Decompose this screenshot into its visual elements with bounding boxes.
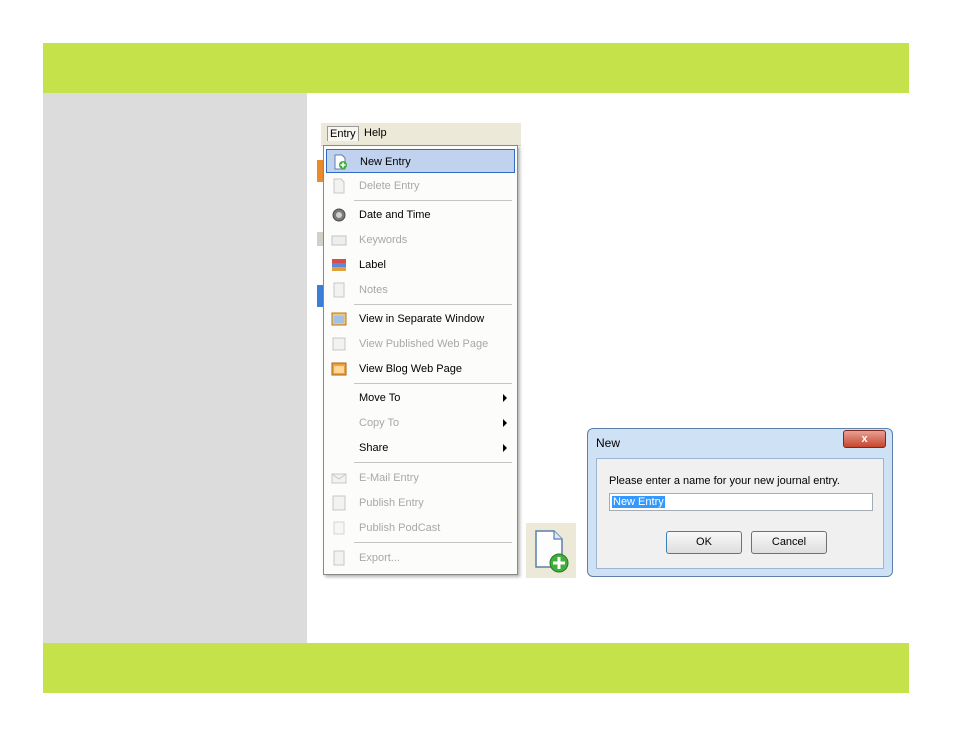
entry-name-input[interactable]: New Entry (609, 493, 873, 511)
close-icon: x (861, 433, 868, 445)
menu-item-view-blog-web-page[interactable]: View Blog Web Page (326, 357, 515, 381)
menu-item-notes[interactable]: Notes (326, 278, 515, 302)
menu-item-label: Label (359, 259, 386, 271)
menu-item-publish-entry[interactable]: Publish Entry (326, 491, 515, 515)
menu-item-delete-entry[interactable]: Delete Entry (326, 174, 515, 198)
menu-separator (354, 383, 512, 384)
new-entry-icon (334, 154, 347, 170)
menu-item-label: Keywords (359, 234, 408, 246)
menu-item-export[interactable]: Export... (326, 546, 515, 570)
submenu-arrow-icon (503, 394, 507, 402)
dialog-body: Please enter a name for your new journal… (596, 458, 884, 569)
menubar-entry[interactable]: Entry (327, 126, 359, 141)
dialog-prompt: Please enter a name for your new journal… (609, 475, 840, 487)
menu-item-publish-podcast[interactable]: Publish PodCast (326, 516, 515, 540)
menu-item-label: E-Mail Entry (359, 472, 419, 484)
menu-item-label: Move To (359, 392, 401, 404)
label-icon (332, 259, 346, 271)
left-panel (43, 93, 307, 643)
menubar-help[interactable]: Help (364, 127, 387, 139)
menu-item-move-to[interactable]: Move To (326, 386, 515, 410)
entry-menu: New Entry Delete Entry Date and Time Key… (323, 145, 518, 575)
ok-button[interactable]: OK (666, 531, 742, 554)
menu-item-email-entry[interactable]: E-Mail Entry (326, 466, 515, 490)
dialog-title: New (596, 436, 621, 450)
new-entry-toolbar-button[interactable] (526, 523, 576, 578)
top-band (43, 43, 909, 93)
menu-item-label: New Entry (360, 156, 411, 168)
window-icon (331, 312, 347, 326)
keywords-icon (331, 235, 347, 246)
menubar: Entry Help (321, 123, 521, 146)
new-entry-dialog: New x Please enter a name for your new j… (587, 428, 893, 577)
menu-separator (354, 542, 512, 543)
cancel-button[interactable]: Cancel (751, 531, 827, 554)
menu-item-label: Share (359, 442, 389, 454)
publish-icon (332, 495, 346, 511)
menu-item-label: View Published Web Page (359, 338, 489, 350)
export-icon (333, 550, 345, 566)
menu-item-copy-to[interactable]: Copy To (326, 411, 515, 435)
menu-separator (354, 304, 512, 305)
menu-item-label: View in Separate Window (359, 313, 485, 325)
menu-item-share[interactable]: Share (326, 436, 515, 460)
menu-item-label: Publish PodCast (359, 522, 441, 534)
menu-item-label: View Blog Web Page (359, 363, 462, 375)
new-entry-icon (535, 530, 569, 573)
menu-item-label-item[interactable]: Label (326, 253, 515, 277)
menu-item-label: Copy To (359, 417, 400, 429)
entry-name-value: New Entry (612, 496, 665, 508)
submenu-arrow-icon (503, 419, 507, 427)
menu-item-view-published-web-page[interactable]: View Published Web Page (326, 332, 515, 356)
menu-item-keywords[interactable]: Keywords (326, 228, 515, 252)
published-page-icon (332, 337, 346, 351)
submenu-arrow-icon (503, 444, 507, 452)
podcast-icon (333, 521, 345, 535)
menu-item-label: Notes (359, 284, 388, 296)
close-button[interactable]: x (843, 430, 886, 448)
menu-item-label: Export... (359, 552, 400, 564)
menu-item-date-and-time[interactable]: Date and Time (326, 203, 515, 227)
menu-item-new-entry[interactable]: New Entry (326, 149, 515, 173)
delete-entry-icon (333, 178, 345, 194)
menu-item-view-separate-window[interactable]: View in Separate Window (326, 307, 515, 331)
blog-page-icon (331, 362, 347, 376)
email-icon (331, 473, 347, 484)
clock-icon (332, 208, 346, 222)
menu-separator (354, 200, 512, 201)
menu-separator (354, 462, 512, 463)
notes-icon (333, 282, 345, 298)
menu-item-label: Publish Entry (359, 497, 424, 509)
menu-item-label: Date and Time (359, 209, 431, 221)
bottom-band (43, 643, 909, 693)
menu-item-label: Delete Entry (359, 180, 420, 192)
